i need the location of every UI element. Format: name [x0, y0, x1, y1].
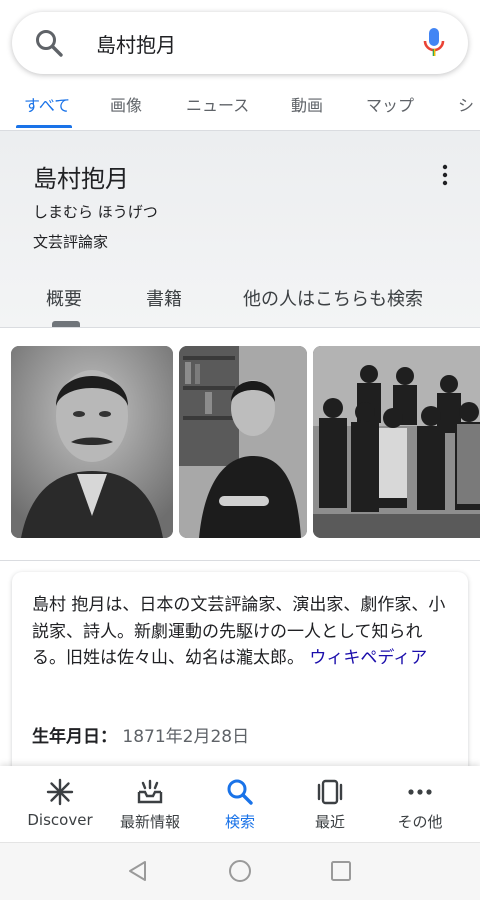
nav-search-label: 検索: [224, 813, 255, 831]
nav-updates[interactable]: 最新情報: [102, 766, 198, 842]
search-box[interactable]: 島村抱月: [12, 12, 468, 74]
tab-people-also-search[interactable]: 他の人はこちらも検索: [243, 285, 423, 311]
more-vert-icon[interactable]: [438, 164, 452, 186]
tab-videos[interactable]: 動画: [291, 92, 323, 116]
back-icon[interactable]: [126, 859, 148, 883]
home-icon[interactable]: [228, 859, 252, 883]
overview-icon[interactable]: [330, 860, 352, 882]
bottom-navigation: Discover 最新情報 検索 最近 その他: [0, 766, 480, 842]
group-photo[interactable]: [313, 346, 480, 538]
search-input[interactable]: 島村抱月: [96, 29, 176, 58]
description-card: 島村 抱月は、日本の文芸評論家、演出家、劇作家、小説家、詩人。新劇運動の先駆けの…: [12, 572, 468, 782]
tab-books[interactable]: 書籍: [146, 285, 182, 311]
portrait-photo[interactable]: [11, 346, 173, 538]
entity-reading: しまむら ほうげつ: [33, 203, 158, 221]
asterisk-icon: [46, 778, 74, 806]
birth-date-row: 生年月日： 1871年2月28日: [32, 722, 249, 747]
seated-portrait-photo[interactable]: [179, 346, 307, 538]
nav-discover-label: Discover: [27, 811, 93, 829]
tab-more[interactable]: シ: [458, 92, 474, 116]
knowledge-panel-header: 島村抱月 しまむら ほうげつ 文芸評論家 概要 書籍 他の人はこちらも検索: [0, 131, 480, 327]
more-horiz-icon: [408, 789, 432, 795]
tab-overview[interactable]: 概要: [46, 285, 82, 311]
nav-more[interactable]: その他: [372, 766, 468, 842]
microphone-icon[interactable]: [422, 26, 446, 58]
active-tab-indicator: [16, 125, 72, 128]
search-header: 島村抱月 すべて 画像 ニュース 動画 マップ シ: [0, 0, 480, 130]
wikipedia-link[interactable]: ウィキペディア: [309, 648, 427, 668]
tab-news[interactable]: ニュース: [186, 92, 249, 116]
tab-maps[interactable]: マップ: [366, 92, 414, 116]
nav-discover[interactable]: Discover: [12, 766, 108, 842]
updates-tray-icon: [137, 779, 163, 804]
recent-tabs-icon: [317, 779, 343, 805]
birth-date-value: 1871年2月28日: [122, 727, 250, 747]
images-divider: [0, 560, 480, 561]
search-tabs: すべて 画像 ニュース 動画 マップ シ: [0, 86, 480, 130]
entity-title: 島村抱月: [33, 165, 129, 193]
entity-type: 文芸評論家: [33, 233, 109, 251]
birth-date-label: 生年月日：: [32, 727, 117, 747]
system-navigation-bar: [0, 842, 480, 900]
nav-recent-label: 最近: [314, 813, 345, 831]
nav-search[interactable]: 検索: [192, 766, 288, 842]
search-icon: [227, 779, 253, 805]
nav-recent[interactable]: 最近: [282, 766, 378, 842]
tab-images[interactable]: 画像: [110, 92, 142, 116]
tab-all[interactable]: すべて: [24, 92, 70, 116]
image-carousel: [0, 328, 480, 560]
nav-updates-label: 最新情報: [119, 813, 180, 831]
description-text: 島村 抱月は、日本の文芸評論家、演出家、劇作家、小説家、詩人。新劇運動の先駆けの…: [32, 592, 452, 672]
nav-more-label: その他: [397, 813, 443, 831]
search-icon[interactable]: [34, 28, 64, 58]
